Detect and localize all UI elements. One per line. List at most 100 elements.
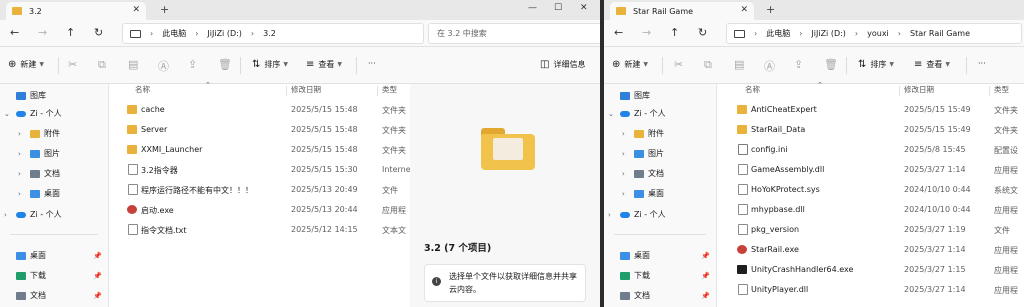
sidebar-item[interactable]: › 文档 [0, 165, 108, 182]
cut-icon[interactable]: ✂ [68, 58, 77, 71]
up-arrow-icon[interactable]: ↑ [66, 26, 75, 39]
breadcrumb-this-pc[interactable]: 此电脑 [162, 28, 186, 39]
file-row[interactable]: StarRail.exe 2025/3/27 1:14 应用程 [717, 240, 1024, 260]
back-arrow-icon[interactable]: ← [10, 26, 19, 39]
chevron-right-icon[interactable]: › [622, 170, 625, 178]
sidebar-item[interactable]: 图库 [604, 87, 716, 104]
file-row[interactable]: Server 2025/5/15 15:48 文件夹 [109, 120, 410, 140]
file-row[interactable]: 3.2指令器 2025/5/15 15:30 Interne [109, 160, 411, 180]
share-icon[interactable]: ⇪ [188, 58, 197, 71]
cut-icon[interactable]: ✂ [674, 58, 683, 71]
sidebar-item[interactable]: 文档 📌 [0, 287, 108, 304]
sidebar-item[interactable]: › 图片 [604, 145, 716, 162]
more-options-button[interactable]: ··· [368, 59, 376, 68]
column-header-date[interactable]: 修改日期 [904, 84, 934, 98]
share-icon[interactable]: ⇪ [794, 58, 803, 71]
sidebar-item[interactable]: › 附件 [604, 125, 716, 142]
file-row[interactable]: pkg_version 2025/3/27 1:19 文件 [717, 220, 1024, 240]
file-row[interactable]: HoYoKProtect.sys 2024/10/10 0:44 系统文 [717, 180, 1024, 200]
file-row[interactable]: config.ini 2025/5/8 15:45 配置设 [717, 140, 1024, 160]
new-tab-icon[interactable]: + [160, 3, 169, 16]
new-button[interactable]: ⊕ 新建 ▼ [612, 59, 648, 70]
column-header-type[interactable]: 类型 [382, 84, 397, 98]
sidebar-item[interactable]: › 桌面 [0, 185, 108, 202]
breadcrumb-this-pc[interactable]: 此电脑 [766, 28, 790, 39]
file-row[interactable]: UnityPlayer.dll 2025/3/27 1:14 应用程 [717, 280, 1024, 300]
back-arrow-icon[interactable]: ← [614, 26, 623, 39]
sort-button[interactable]: ⇅ 排序 ▼ [858, 59, 894, 70]
copy-icon[interactable]: ⧉ [98, 58, 106, 72]
close-tab-icon[interactable]: ✕ [132, 5, 140, 15]
chevron-right-icon[interactable]: › [622, 130, 625, 138]
breadcrumb-youxi[interactable]: youxi [867, 29, 889, 38]
minimize-icon[interactable]: — [528, 3, 537, 13]
rename-icon[interactable]: Ⓐ [764, 58, 775, 74]
address-bar[interactable]: › 此电脑 › JiJiZi (D:) › youxi › Star Rail … [726, 23, 1022, 44]
chevron-right-icon[interactable]: › [18, 130, 21, 138]
chevron-right-icon[interactable]: › [608, 211, 611, 219]
rename-icon[interactable]: Ⓐ [158, 58, 169, 74]
file-row[interactable]: StarRail_Data 2025/5/15 15:49 文件夹 [717, 120, 1024, 140]
new-tab-icon[interactable]: + [766, 3, 775, 16]
file-row[interactable]: AntiCheatExpert 2025/5/15 15:49 文件夹 [717, 100, 1024, 120]
tab-star-rail-game[interactable]: Star Rail Game ✕ [610, 2, 754, 20]
delete-icon[interactable]: 🗑 [824, 58, 838, 71]
sidebar-item[interactable]: › Zi - 个人 [604, 206, 716, 223]
sidebar-item[interactable]: › 桌面 [604, 185, 716, 202]
view-button[interactable]: ≡ 查看 ▼ [306, 59, 342, 70]
paste-icon[interactable]: ▤ [734, 58, 744, 71]
chevron-right-icon[interactable]: › [622, 150, 625, 158]
chevron-right-icon[interactable]: › [622, 190, 625, 198]
maximize-icon[interactable]: ☐ [554, 3, 562, 13]
view-button[interactable]: ≡ 查看 ▼ [914, 59, 950, 70]
column-header-type[interactable]: 类型 [994, 84, 1009, 98]
chevron-right-icon[interactable]: › [18, 170, 21, 178]
close-window-icon[interactable]: ✕ [580, 3, 588, 13]
sidebar-item[interactable]: 下载 📌 [0, 267, 108, 284]
column-header-date[interactable]: 修改日期 [291, 84, 321, 98]
sidebar-item[interactable]: › 附件 [0, 125, 108, 142]
copy-icon[interactable]: ⧉ [704, 58, 712, 72]
new-button[interactable]: ⊕ 新建 ▼ [8, 59, 44, 70]
sidebar-item[interactable]: 下载 📌 [604, 267, 716, 284]
file-row[interactable]: 指令文档.txt 2025/5/12 14:15 文本文 [109, 220, 410, 240]
file-row[interactable]: mhypbase.dll 2024/10/10 0:44 应用程 [717, 200, 1024, 220]
search-input[interactable]: 在 3.2 中搜索 [428, 23, 600, 44]
sidebar-item[interactable]: 图库 [0, 87, 108, 104]
chevron-right-icon[interactable]: › [18, 190, 21, 198]
chevron-down-icon[interactable]: ⌄ [608, 110, 614, 118]
breadcrumb-drive[interactable]: JiJiZi (D:) [811, 29, 846, 38]
sidebar-item[interactable]: 桌面 📌 [604, 247, 716, 264]
refresh-icon[interactable]: ↻ [698, 26, 707, 39]
column-header-name[interactable]: 名称 [135, 84, 150, 98]
refresh-icon[interactable]: ↻ [94, 26, 103, 39]
sidebar-item[interactable]: 桌面 📌 [0, 247, 108, 264]
file-row[interactable]: XXMI_Launcher 2025/5/15 15:48 文件夹 [109, 140, 410, 160]
sidebar-item[interactable]: 文档 📌 [604, 287, 716, 304]
sidebar-item[interactable]: › Zi - 个人 [0, 206, 108, 223]
sidebar-item[interactable]: › 图片 [0, 145, 108, 162]
delete-icon[interactable]: 🗑 [218, 58, 232, 71]
tab-3-2[interactable]: 3.2 ✕ [6, 2, 146, 20]
file-row[interactable]: UnityCrashHandler64.exe 2025/3/27 1:15 应用程 [717, 260, 1024, 280]
forward-arrow-icon[interactable]: → [642, 26, 651, 39]
paste-icon[interactable]: ▤ [128, 58, 138, 71]
file-row[interactable]: GameAssembly.dll 2025/3/27 1:14 应用程 [717, 160, 1024, 180]
file-row[interactable]: cache 2025/5/15 15:48 文件夹 [109, 100, 410, 120]
breadcrumb-star-rail-game[interactable]: Star Rail Game [910, 29, 970, 38]
file-row[interactable]: 启动.exe 2025/5/13 20:44 应用程 [109, 200, 410, 220]
sidebar-item[interactable]: ⌄ Zi - 个人 [604, 105, 716, 122]
chevron-down-icon[interactable]: ⌄ [4, 110, 10, 118]
chevron-right-icon[interactable]: › [4, 211, 7, 219]
sort-button[interactable]: ⇅ 排序 ▼ [252, 59, 288, 70]
up-arrow-icon[interactable]: ↑ [670, 26, 679, 39]
more-options-button[interactable]: ··· [978, 59, 986, 68]
column-header-name[interactable]: 名称 [745, 84, 760, 98]
close-tab-icon[interactable]: ✕ [740, 5, 748, 15]
details-pane-button[interactable]: ◫ 详细信息 [540, 59, 585, 70]
breadcrumb-drive[interactable]: JiJiZi (D:) [207, 29, 242, 38]
address-bar[interactable]: › 此电脑 › JiJiZi (D:) › 3.2 [122, 23, 424, 44]
chevron-right-icon[interactable]: › [18, 150, 21, 158]
sidebar-item[interactable]: ⌄ Zi - 个人 [0, 105, 108, 122]
breadcrumb-folder[interactable]: 3.2 [263, 29, 276, 38]
